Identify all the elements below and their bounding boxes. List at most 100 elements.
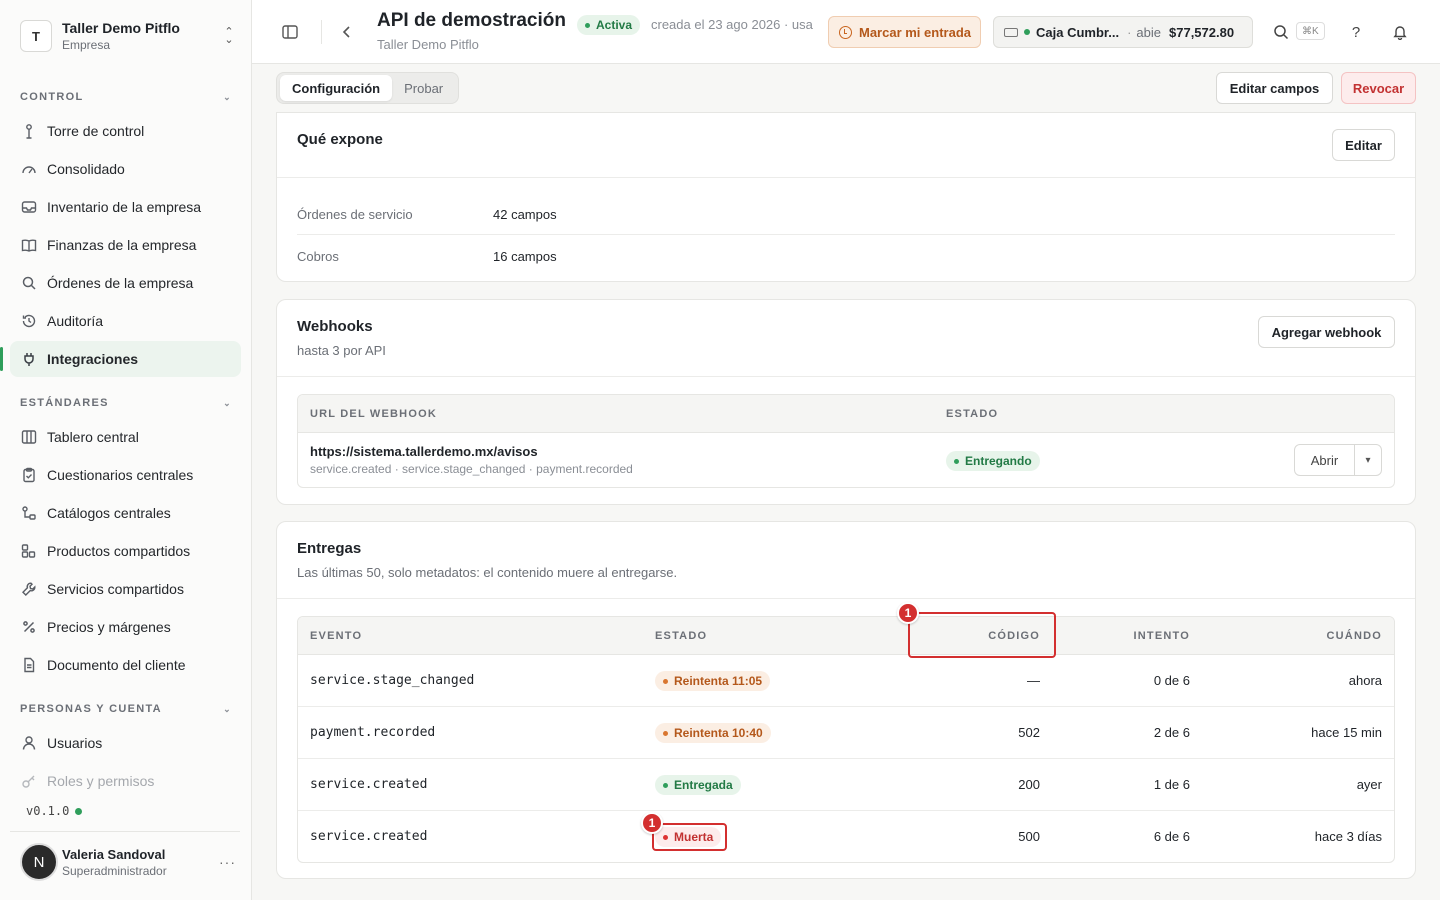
sidebar-item-tablero-central[interactable]: Tablero central xyxy=(10,419,241,455)
exposed-resource-value: 16 campos xyxy=(493,249,557,264)
table-row[interactable]: payment.recorded Reintenta 10:40 502 2 d… xyxy=(298,707,1394,759)
wrench-icon xyxy=(20,581,37,598)
search-icon xyxy=(20,275,37,292)
section-header-control[interactable]: CONTROL ⌄ xyxy=(20,89,232,105)
sidebar-item-label: Roles y permisos xyxy=(47,773,155,789)
sidebar-toggle-icon[interactable] xyxy=(276,18,304,46)
sidebar-item-label: Tablero central xyxy=(47,429,139,445)
tab-bar: Configuración Probar Editar campos Revoc… xyxy=(252,64,1440,112)
sidebar-item-productos[interactable]: Productos compartidos xyxy=(10,533,241,569)
section-header-personas[interactable]: PERSONAS Y CUENTA ⌄ xyxy=(20,701,232,717)
chevron-down-icon: ⌄ xyxy=(223,91,232,102)
event-name: service.created xyxy=(310,777,428,792)
sidebar-item-auditoria[interactable]: Auditoría xyxy=(10,303,241,339)
webhooks-table: URL DEL WEBHOOK ESTADO https://sistema.t… xyxy=(297,394,1395,488)
status-label: Entregando xyxy=(965,454,1032,468)
hierarchy-icon xyxy=(20,505,37,522)
created-meta: creada el 23 ago 2026 · usa xyxy=(651,17,813,32)
attempt-count: 0 de 6 xyxy=(1153,673,1190,688)
status-label: Entregada xyxy=(674,778,733,792)
attempt-count: 6 de 6 xyxy=(1153,829,1190,844)
edit-button[interactable]: Editar xyxy=(1332,129,1395,161)
table-row[interactable]: service.created Muerta 500 6 de 6 hace 3… xyxy=(298,811,1394,862)
version-label: v0.1.0 xyxy=(26,804,70,818)
divider xyxy=(277,177,1415,178)
delivery-time: hace 15 min xyxy=(1311,725,1382,740)
more-icon[interactable]: ··· xyxy=(219,854,236,870)
sidebar-item-label: Cuestionarios centrales xyxy=(47,467,194,483)
revoke-button[interactable]: Revocar xyxy=(1341,72,1416,104)
deliveries-card: Entregas Las últimas 50, solo metadatos:… xyxy=(276,521,1416,879)
cash-icon xyxy=(1004,27,1018,37)
chevron-down-icon[interactable]: ▾ xyxy=(1355,445,1381,475)
back-icon[interactable] xyxy=(333,18,361,46)
card-subtitle: hasta 3 por API xyxy=(297,343,386,358)
top-header: API de demostración Taller Demo Pitflo A… xyxy=(252,0,1440,64)
response-code: 200 xyxy=(1018,777,1040,792)
sidebar-item-catalogos[interactable]: Catálogos centrales xyxy=(10,495,241,531)
sidebar-item-inventario[interactable]: Inventario de la empresa xyxy=(10,189,241,225)
annotation-marker: 1 xyxy=(897,602,919,624)
sidebar-item-documento[interactable]: Documento del cliente xyxy=(10,647,241,683)
delivery-time: ayer xyxy=(1356,777,1382,792)
sidebar-item-ordenes[interactable]: Órdenes de la empresa xyxy=(10,265,241,301)
sidebar-item-torre-de-control[interactable]: Torre de control xyxy=(10,113,241,149)
sidebar-item-label: Productos compartidos xyxy=(47,543,191,559)
search-icon[interactable] xyxy=(1267,18,1295,46)
tower-icon xyxy=(20,123,37,140)
status-badge: Activa xyxy=(577,15,641,35)
bell-icon[interactable] xyxy=(1386,18,1414,46)
sidebar-item-label: Integraciones xyxy=(47,351,139,367)
sidebar: T Taller Demo Pitflo Empresa ⌃ ⌄ CONTROL ⌄… xyxy=(0,0,252,900)
sidebar-item-label: Finanzas de la empresa xyxy=(47,237,197,253)
exposes-card: Qué expone Editar Órdenes de servicio 42… xyxy=(276,112,1416,282)
table-row[interactable]: service.stage_changed Reintenta 11:05 — … xyxy=(298,655,1394,707)
sidebar-item-cuestionarios[interactable]: Cuestionarios centrales xyxy=(10,457,241,493)
sidebar-item-precios[interactable]: Precios y márgenes xyxy=(10,609,241,645)
columns-icon xyxy=(20,429,37,446)
tab-probar[interactable]: Probar xyxy=(392,75,455,101)
tabs: Configuración Probar xyxy=(276,72,460,104)
response-code: 500 xyxy=(1018,829,1040,844)
sidebar-item-finanzas[interactable]: Finanzas de la empresa xyxy=(10,227,241,263)
card-subtitle: Las últimas 50, solo metadatos: el conte… xyxy=(297,565,678,580)
sidebar-item-label: Usuarios xyxy=(47,735,103,751)
sidebar-item-usuarios[interactable]: Usuarios xyxy=(10,725,241,761)
edit-fields-button[interactable]: Editar campos xyxy=(1216,72,1333,104)
sidebar-item-roles[interactable]: Roles y permisos xyxy=(10,763,241,799)
document-icon xyxy=(20,657,37,674)
section-header-estandares[interactable]: ESTÁNDARES ⌄ xyxy=(20,395,232,411)
event-name: service.created xyxy=(310,829,428,844)
cashbox-state: abie xyxy=(1136,24,1161,40)
delivery-time: hace 3 días xyxy=(1314,829,1382,844)
page-title: API de demostración xyxy=(377,10,566,31)
sidebar-item-consolidado[interactable]: Consolidado xyxy=(10,151,241,187)
sidebar-item-integraciones[interactable]: Integraciones xyxy=(0,341,241,377)
help-icon[interactable]: ? xyxy=(1342,18,1370,46)
section-title: CONTROL xyxy=(20,91,84,103)
annotation-marker: 1 xyxy=(641,812,663,834)
cashbox-selector[interactable]: Caja Cumbr... · abie $77,572.80 xyxy=(993,16,1253,48)
exposed-resource-label: Órdenes de servicio xyxy=(297,207,413,222)
open-button[interactable]: Abrir xyxy=(1295,445,1355,475)
divider xyxy=(297,234,1395,235)
table-row[interactable]: service.created Entregada 200 1 de 6 aye… xyxy=(298,759,1394,811)
add-webhook-button[interactable]: Agregar webhook xyxy=(1258,316,1395,348)
inbox-icon xyxy=(20,199,37,216)
divider xyxy=(277,376,1415,377)
book-icon xyxy=(20,237,37,254)
user-name: Valeria Sandoval xyxy=(62,846,166,862)
section-title: ESTÁNDARES xyxy=(20,397,109,409)
workspace-switcher[interactable]: T Taller Demo Pitflo Empresa ⌃ ⌄ xyxy=(20,18,236,54)
clock-in-button[interactable]: Marcar mi entrada xyxy=(828,16,981,48)
webhook-events: service.created · service.stage_changed … xyxy=(310,462,633,476)
status-label: Reintenta 10:40 xyxy=(674,726,763,740)
key-icon xyxy=(20,773,37,790)
sidebar-item-servicios[interactable]: Servicios compartidos xyxy=(10,571,241,607)
page-subtitle: Taller Demo Pitflo xyxy=(377,37,479,52)
exposed-resource-label: Cobros xyxy=(297,249,339,264)
tab-configuracion[interactable]: Configuración xyxy=(280,75,393,101)
user-menu[interactable]: N Valeria Sandoval Superadministrador ··… xyxy=(20,842,236,882)
sidebar-item-label: Inventario de la empresa xyxy=(47,199,202,215)
column-header: ESTADO xyxy=(946,408,999,420)
